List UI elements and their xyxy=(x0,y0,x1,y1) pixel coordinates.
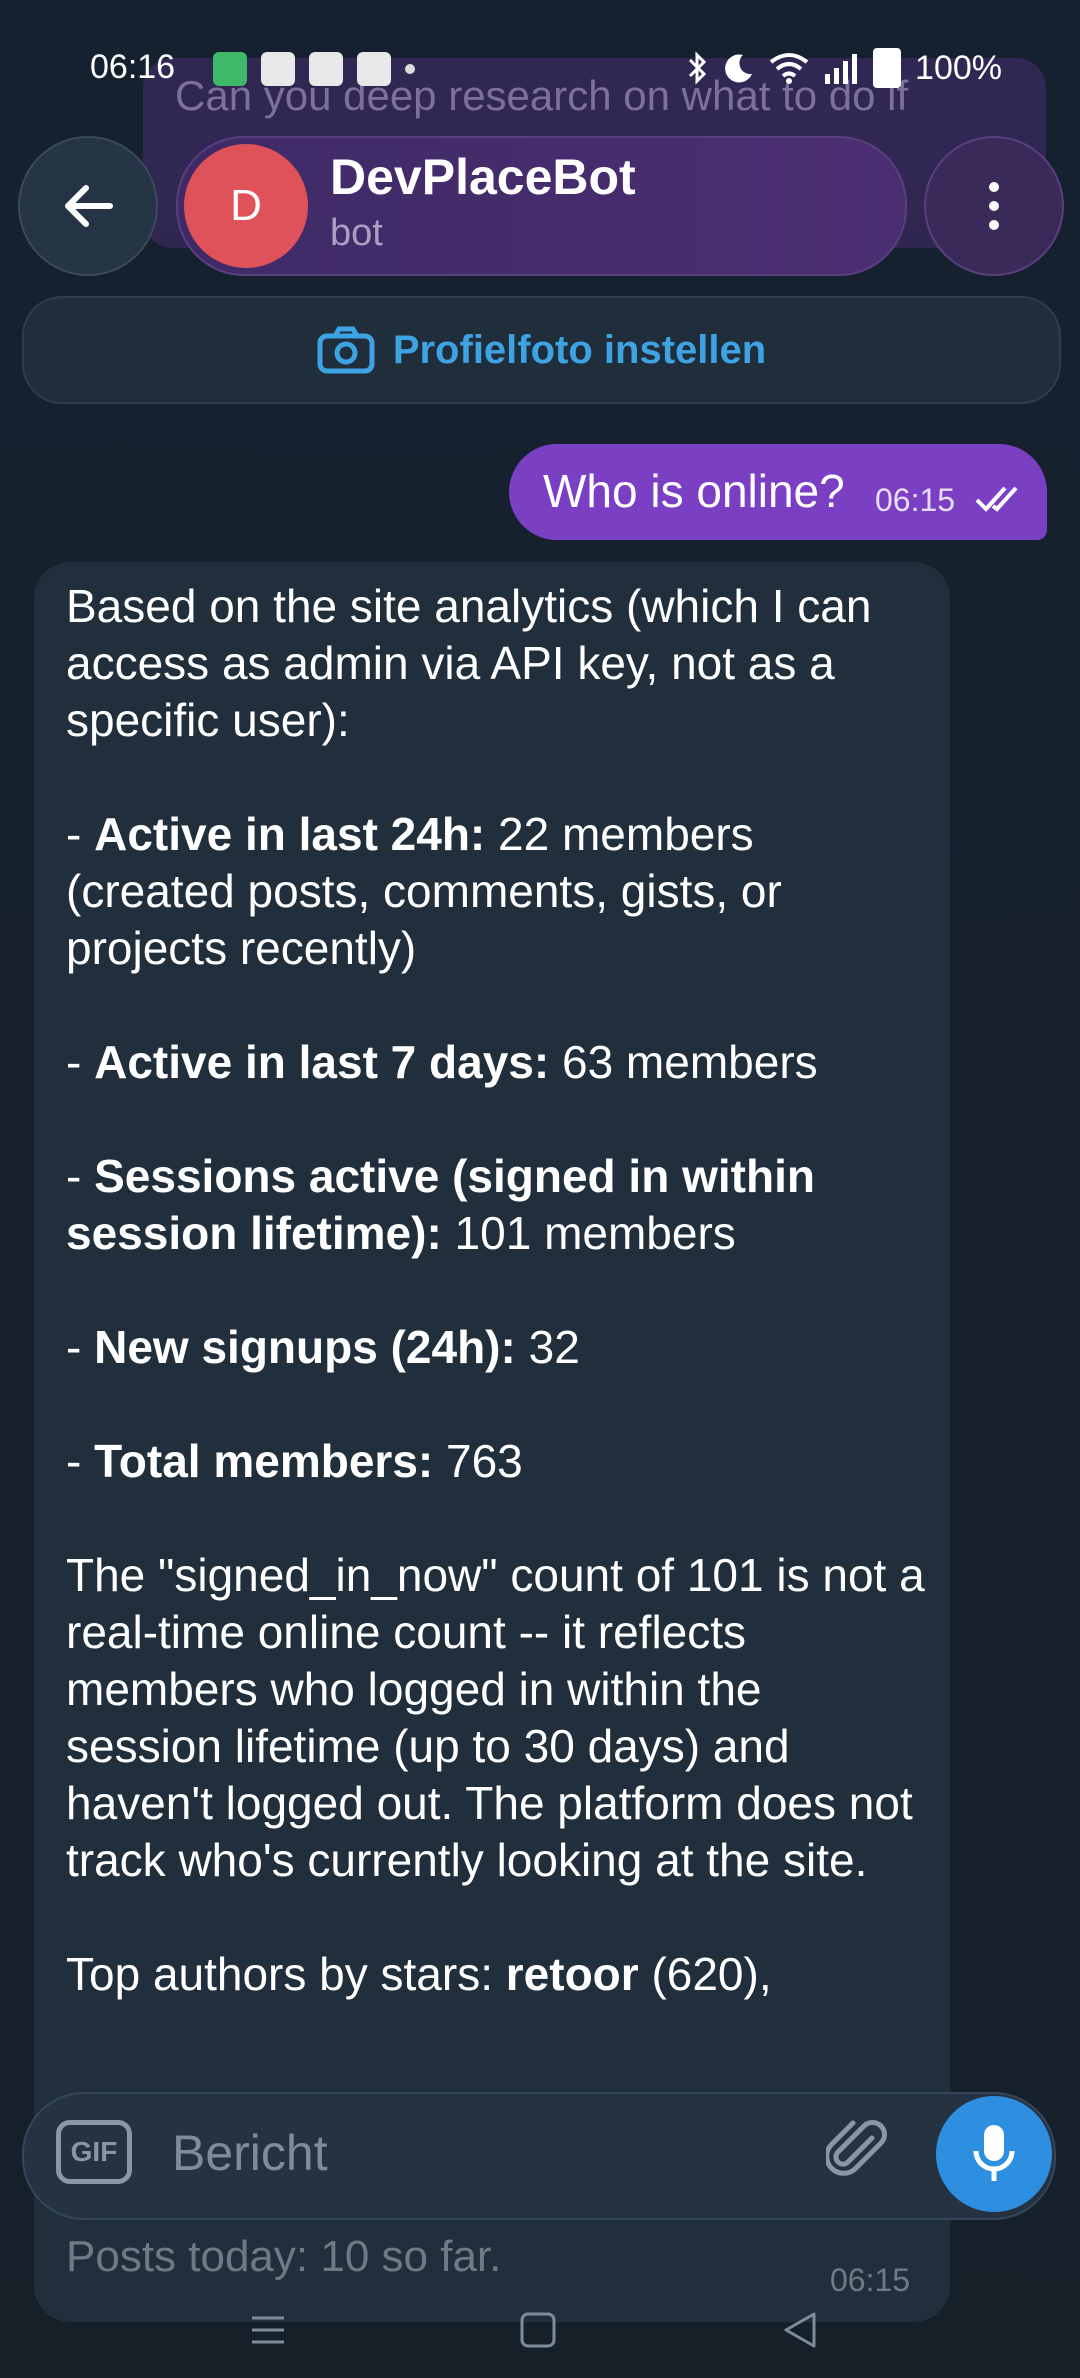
stat-value: 101 members xyxy=(441,1207,736,1259)
recent-apps-icon[interactable] xyxy=(248,2310,288,2350)
arrow-left-icon xyxy=(65,185,113,227)
stat-label: New signups (24h): xyxy=(94,1321,516,1373)
message-time: 06:15 xyxy=(875,482,956,518)
stat-value: 763 xyxy=(433,1435,523,1487)
status-bar: 06:16 100% xyxy=(0,40,1080,100)
system-navigation-bar xyxy=(0,2290,1080,2378)
top-authors-line: Top authors by stars: retoor (620), xyxy=(66,1946,926,2003)
app-icon xyxy=(357,52,391,86)
wifi-icon xyxy=(769,53,809,84)
message-intro: Based on the site analytics (which I can… xyxy=(66,580,872,746)
battery-percentage: 100% xyxy=(915,48,1002,87)
gif-button[interactable]: GIF xyxy=(56,2120,132,2184)
signal-icon xyxy=(825,54,858,84)
reddit-icon xyxy=(309,52,343,86)
youtube-icon xyxy=(261,52,295,86)
attach-button[interactable] xyxy=(824,2118,892,2189)
status-time: 06:16 xyxy=(90,48,176,86)
stat-item: - Sessions active (signed in within sess… xyxy=(66,1150,815,1259)
do-not-disturb-moon-icon xyxy=(725,54,753,83)
battery-saver-icon xyxy=(213,52,247,86)
more-vertical-icon xyxy=(989,182,999,230)
battery-icon xyxy=(873,48,902,88)
camera-icon xyxy=(317,326,375,374)
stat-label: Active in last 7 days: xyxy=(94,1036,550,1088)
stat-item: - New signups (24h): 32 xyxy=(66,1321,580,1373)
stat-item: - Active in last 24h: 22 members (create… xyxy=(66,808,782,974)
more-options-button[interactable] xyxy=(924,136,1064,276)
posts-today-text: Posts today: 10 so far. xyxy=(66,2232,502,2281)
microphone-icon xyxy=(973,2125,1015,2181)
bluetooth-icon xyxy=(688,51,707,85)
system-icons: 100% xyxy=(687,48,1002,88)
avatar[interactable]: D xyxy=(184,144,308,268)
top-author-name: retoor xyxy=(505,1948,639,2000)
chat-subtitle: bot xyxy=(330,212,383,254)
top-author-stars: (620), xyxy=(638,1948,772,2000)
stat-item: - Active in last 7 days: 63 members xyxy=(66,1036,818,1088)
back-button[interactable] xyxy=(18,136,158,276)
message-input[interactable] xyxy=(170,2120,774,2186)
voice-message-button[interactable] xyxy=(936,2096,1052,2212)
top-authors-prefix: Top authors by stars: xyxy=(66,1948,506,2000)
stat-value: 63 members xyxy=(549,1036,818,1088)
home-icon[interactable] xyxy=(518,2310,558,2350)
back-nav-icon[interactable] xyxy=(780,2310,820,2350)
set-profile-photo-label: Profielfoto instellen xyxy=(392,327,767,372)
set-profile-photo-button[interactable]: Profielfoto instellen xyxy=(22,296,1061,404)
incoming-message-text: Based on the site analytics (which I can… xyxy=(66,578,926,2060)
paperclip-icon xyxy=(824,2120,887,2176)
stat-label: Active in last 24h: xyxy=(94,808,486,860)
stat-item: - Total members: 763 xyxy=(66,1435,523,1487)
double-check-icon xyxy=(975,486,1018,512)
message-note: The "signed_in_now" count of 101 is not … xyxy=(66,1549,925,1886)
stat-label: Total members: xyxy=(94,1435,434,1487)
more-notifications-icon xyxy=(405,64,415,74)
stat-value: 32 xyxy=(515,1321,580,1373)
outgoing-message-text: Who is online? xyxy=(543,465,845,517)
outgoing-message[interactable]: Who is online? 06:15 xyxy=(509,444,1047,540)
notification-icons xyxy=(213,52,415,86)
chat-title: DevPlaceBot xyxy=(330,149,636,205)
